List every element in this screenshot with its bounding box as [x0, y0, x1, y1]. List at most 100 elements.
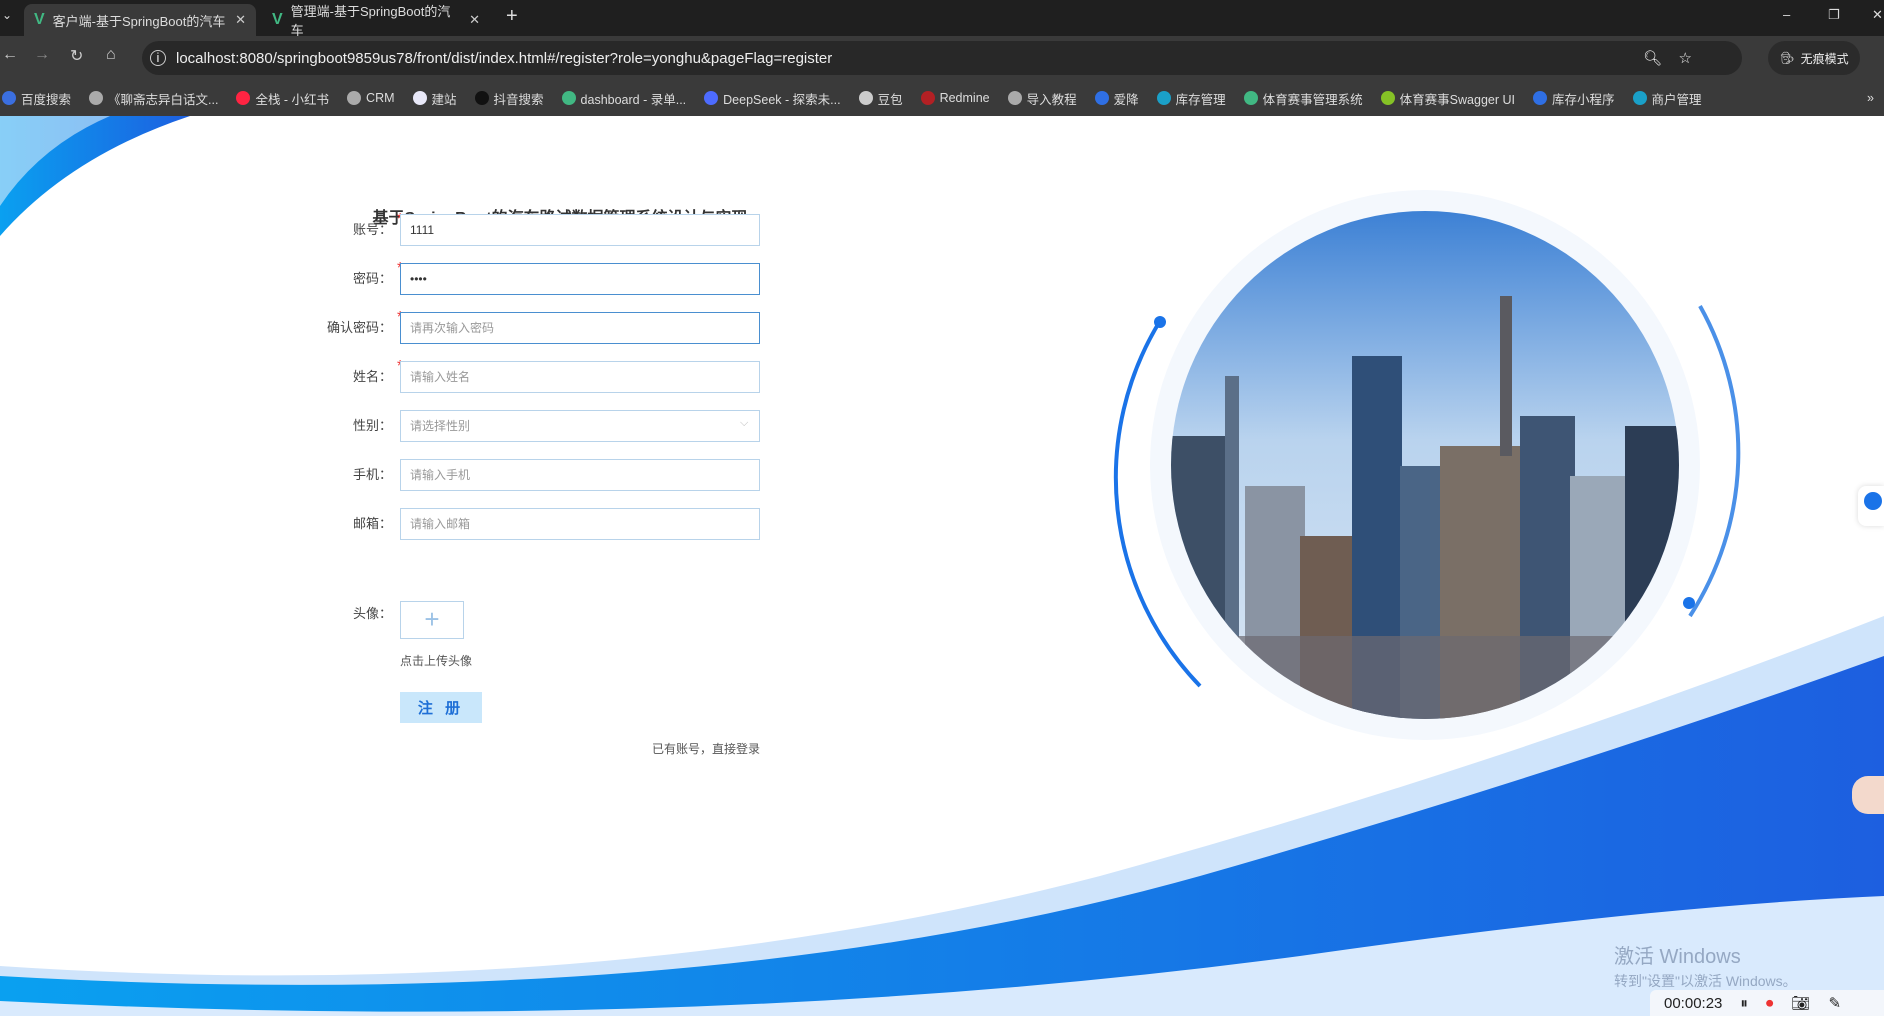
menu-icon[interactable]: ⋮: [1877, 46, 1884, 66]
home-icon[interactable]: ⌂: [106, 46, 116, 64]
avatar-label: 头像：: [352, 606, 392, 621]
bookmark-item[interactable]: Redmine: [920, 91, 990, 105]
address-bar-row: ← → ↻ ⌂ i localhost:8080/springboot9859u…: [0, 36, 1884, 80]
gender-label: 性别：: [352, 418, 392, 433]
side-widget[interactable]: [1858, 486, 1884, 526]
bookmark-favicon-icon: [1007, 91, 1022, 105]
tab-label: 客户端-基于SpringBoot的汽车: [52, 13, 226, 29]
bookmark-item[interactable]: CRM: [347, 91, 395, 105]
confirm-password-input[interactable]: 请再次输入密码: [400, 312, 760, 344]
tab-label: 管理端-基于SpringBoot的汽车: [290, 4, 451, 38]
form-row-name: 姓名：*请输入姓名: [300, 358, 760, 393]
email-input[interactable]: 请输入邮箱: [400, 508, 760, 540]
bookmark-item[interactable]: DeepSeek - 探索未...: [704, 89, 841, 108]
bookmark-item[interactable]: 豆包: [858, 89, 903, 108]
restore-button[interactable]: ❐: [1828, 7, 1840, 23]
form-row-account: 账号：*1111: [300, 211, 760, 246]
register-button[interactable]: 注 册: [400, 692, 482, 723]
bookmark-favicon-icon: [89, 91, 104, 105]
form-row-confirm-password: 确认密码：*请再次输入密码: [300, 309, 760, 344]
bookmark-item[interactable]: 商户管理: [1632, 89, 1702, 108]
bookmark-label: 库存管理: [1175, 92, 1226, 107]
background-waves: [0, 116, 1884, 1016]
pen-icon[interactable]: ✎: [1828, 994, 1841, 1012]
url-text: localhost:8080/springboot9859us78/front/…: [176, 49, 833, 67]
tab-list-chevron-icon[interactable]: ⌄: [2, 8, 12, 22]
url-input[interactable]: i localhost:8080/springboot9859us78/fron…: [142, 41, 1742, 75]
bookmark-favicon-icon: [1156, 91, 1171, 105]
bookmark-item[interactable]: 《聊斋志异白话文...: [89, 89, 218, 108]
name-label: 姓名：: [352, 369, 392, 384]
bookmark-label: 百度搜索: [21, 92, 72, 107]
bookmarks-overflow-icon[interactable]: »: [1867, 91, 1874, 105]
avatar-upload-button[interactable]: +: [400, 601, 464, 639]
bookmark-favicon-icon: [1380, 91, 1395, 105]
gender-select[interactable]: 请选择性别: [400, 410, 760, 442]
pause-icon[interactable]: ⏸︎: [1740, 995, 1748, 1012]
confirm-password-label: 确认密码：: [326, 320, 392, 335]
password-input[interactable]: ••••: [400, 263, 760, 295]
tab-admin[interactable]: V 管理端-基于SpringBoot的汽车 ✕: [262, 4, 490, 38]
bookmark-star-icon[interactable]: ☆: [1679, 49, 1692, 67]
incognito-button[interactable]: 🕵︎ 无痕模式: [1768, 41, 1860, 75]
close-window-button[interactable]: ✕: [1872, 7, 1883, 23]
phone-input[interactable]: 请输入手机: [400, 459, 760, 491]
tab-bar: ⌄ V 客户端-基于SpringBoot的汽车 ✕ V 管理端-基于Spring…: [0, 0, 1884, 38]
form-row-phone: 手机： 请输入手机: [300, 459, 760, 491]
bookmark-item[interactable]: 体育赛事Swagger UI: [1380, 89, 1515, 108]
plus-icon: +: [424, 604, 440, 634]
windows-activation-watermark: 激活 Windows 转到"设置"以激活 Windows。: [1614, 940, 1797, 991]
bookmark-item[interactable]: 库存管理: [1156, 89, 1226, 108]
bookmark-label: 抖音搜索: [493, 92, 544, 107]
bookmark-label: Redmine: [939, 91, 990, 105]
tab-client[interactable]: V 客户端-基于SpringBoot的汽车 ✕: [24, 4, 256, 36]
close-tab-icon[interactable]: ✕: [235, 12, 246, 28]
register-page: 基于SpringBoot的汽车路试数据管理系统设计与实现 账号：*1111密码：…: [0, 116, 1884, 1016]
bookmark-item[interactable]: 全栈 - 小红书: [236, 89, 329, 108]
account-label: 账号：: [352, 222, 392, 237]
camera-icon[interactable]: 📷︎: [1791, 994, 1810, 1012]
forward-icon[interactable]: →: [34, 46, 50, 64]
new-tab-button[interactable]: +: [506, 5, 518, 28]
bookmark-item[interactable]: 爱降: [1094, 89, 1139, 108]
bookmark-label: 《聊斋志异白话文...: [108, 92, 219, 107]
bookmark-label: CRM: [366, 91, 395, 105]
bookmark-label: DeepSeek - 探索未...: [723, 92, 841, 107]
site-info-icon[interactable]: i: [150, 50, 166, 66]
screen-recorder-bar: 00:00:23 ⏸︎ ⏺︎ 📷︎ ✎: [1650, 990, 1884, 1016]
bookmark-item[interactable]: 导入教程: [1007, 89, 1077, 108]
bookmark-item[interactable]: 体育赛事管理系统: [1243, 89, 1363, 108]
form-row-password: 密码：*••••: [300, 260, 760, 295]
bookmark-favicon-icon: [561, 91, 576, 105]
reload-icon[interactable]: ↻: [70, 46, 83, 66]
bookmark-favicon-icon: [704, 91, 719, 105]
form-row-email: 邮箱： 请输入邮箱: [300, 508, 760, 540]
incognito-label: 无痕模式: [1800, 51, 1849, 66]
assistant-avatar[interactable]: [1852, 776, 1884, 814]
stop-record-icon[interactable]: ⏺︎: [1766, 995, 1774, 1012]
bookmark-item[interactable]: 库存小程序: [1532, 89, 1615, 108]
bookmark-label: 库存小程序: [1551, 92, 1615, 107]
account-input[interactable]: 1111: [400, 214, 760, 246]
bookmark-label: dashboard - 录单...: [580, 92, 687, 107]
name-input[interactable]: 请输入姓名: [400, 361, 760, 393]
bookmark-item[interactable]: dashboard - 录单...: [561, 89, 687, 108]
bookmark-favicon-icon: [347, 91, 362, 105]
bookmark-label: 全栈 - 小红书: [255, 92, 330, 107]
bookmark-favicon-icon: [412, 91, 427, 105]
login-link[interactable]: 已有账号，直接登录: [600, 740, 760, 757]
close-tab-icon[interactable]: ✕: [469, 12, 480, 28]
bookmark-item[interactable]: 抖音搜索: [474, 89, 544, 108]
bookmark-item[interactable]: 建站: [412, 89, 457, 108]
bookmark-item[interactable]: 百度搜索: [2, 89, 71, 108]
email-label: 邮箱：: [352, 516, 392, 531]
bookmark-favicon-icon: [474, 91, 489, 105]
minimize-button[interactable]: –: [1783, 7, 1790, 22]
bookmark-label: 爱降: [1113, 92, 1139, 107]
bookmark-favicon-icon: [920, 91, 935, 105]
back-icon[interactable]: ←: [2, 46, 18, 64]
zoom-icon[interactable]: 🔍︎: [1643, 49, 1662, 67]
bookmark-favicon-icon: [1243, 91, 1258, 105]
form-row-gender: 性别： 请选择性别 ⌵: [300, 410, 760, 442]
watermark-line2: 转到"设置"以激活 Windows。: [1614, 973, 1797, 989]
